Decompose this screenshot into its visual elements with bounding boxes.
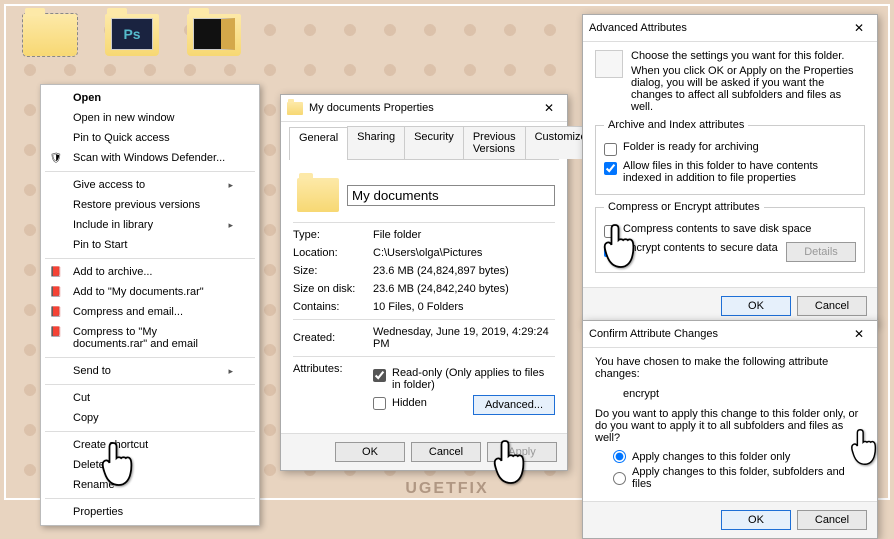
advanced-intro2: When you click OK or Apply on the Proper… (631, 65, 865, 113)
folder-ps[interactable]: Ps (100, 14, 164, 74)
created-label: Created: (293, 332, 373, 344)
apply-folder-only-radio[interactable] (613, 450, 626, 463)
watermark: UGETFIX (405, 480, 488, 498)
type-value: File folder (373, 229, 555, 241)
created-value: Wednesday, June 19, 2019, 4:29:24 PM (373, 326, 555, 350)
readonly-checkbox[interactable] (373, 369, 386, 382)
properties-tabs: General Sharing Security Previous Versio… (289, 126, 559, 160)
context-menu-item[interactable]: Send to (41, 361, 259, 381)
cancel-button[interactable]: Cancel (411, 442, 481, 462)
confirm-title: Confirm Attribute Changes (589, 328, 718, 340)
folder-large-icon (297, 178, 339, 212)
context-menu-item[interactable]: Pin to Quick access (41, 128, 259, 148)
confirm-line1: You have chosen to make the following at… (595, 356, 865, 380)
desktop-folders: Ps (18, 14, 246, 74)
sizeondisk-label: Size on disk: (293, 283, 373, 295)
context-menu-item[interactable]: 📕Compress and email... (41, 302, 259, 322)
apply-button[interactable]: Apply (487, 442, 557, 462)
tab-sharing[interactable]: Sharing (347, 126, 405, 159)
context-menu-item[interactable]: 📕Add to archive... (41, 262, 259, 282)
context-menu-item[interactable]: 🛡Scan with Windows Defender... (41, 148, 259, 168)
apply-recursive-label: Apply changes to this folder, subfolders… (632, 466, 865, 490)
context-menu-item[interactable]: Rename (41, 475, 259, 495)
folder-icon (287, 102, 303, 115)
advanced-title: Advanced Attributes (589, 22, 687, 34)
tab-security[interactable]: Security (404, 126, 464, 159)
readonly-label: Read-only (Only applies to files in fold… (392, 367, 555, 391)
contains-label: Contains: (293, 301, 373, 313)
context-menu-item[interactable]: Cut (41, 388, 259, 408)
context-menu-item[interactable]: Copy (41, 408, 259, 428)
folder-selected[interactable] (18, 14, 82, 74)
compress-checkbox[interactable] (604, 225, 617, 238)
compress-group-label: Compress or Encrypt attributes (604, 201, 764, 213)
close-button[interactable]: ✕ (537, 99, 561, 117)
context-menu-item[interactable]: Include in library (41, 215, 259, 235)
properties-window: My documents Properties ✕ General Sharin… (280, 94, 568, 471)
encrypt-label: Encrypt contents to secure data (623, 242, 778, 257)
confirm-line2: Do you want to apply this change to this… (595, 408, 865, 444)
ok-button[interactable]: OK (335, 442, 405, 462)
properties-title: My documents Properties (309, 102, 434, 114)
hidden-checkbox[interactable] (373, 397, 386, 410)
attributes-icon (595, 50, 623, 78)
compress-label: Compress contents to save disk space (623, 223, 811, 235)
location-label: Location: (293, 247, 373, 259)
context-menu: OpenOpen in new windowPin to Quick acces… (40, 84, 260, 526)
apply-folder-only-label: Apply changes to this folder only (632, 451, 790, 463)
folder-name-input[interactable] (347, 185, 555, 206)
advanced-intro1: Choose the settings you want for this fo… (631, 50, 865, 62)
context-menu-item[interactable]: 📕Add to "My documents.rar" (41, 282, 259, 302)
hidden-label: Hidden (392, 397, 427, 409)
context-menu-item[interactable]: Properties (41, 502, 259, 522)
index-checkbox[interactable] (604, 162, 617, 175)
context-menu-item[interactable]: Restore previous versions (41, 195, 259, 215)
location-value: C:\Users\olga\Pictures (373, 247, 555, 259)
close-button[interactable]: ✕ (847, 19, 871, 37)
ok-button[interactable]: OK (721, 296, 791, 316)
sizeondisk-value: 23.6 MB (24,842,240 bytes) (373, 283, 555, 295)
attributes-label: Attributes: (293, 363, 373, 375)
context-menu-item[interactable]: Delete (41, 455, 259, 475)
context-menu-item[interactable]: Create shortcut (41, 435, 259, 455)
ok-button[interactable]: OK (721, 510, 791, 530)
archive-label: Folder is ready for archiving (623, 141, 759, 153)
index-label: Allow files in this folder to have conte… (623, 160, 856, 184)
archive-checkbox[interactable] (604, 143, 617, 156)
type-label: Type: (293, 229, 373, 241)
encrypt-checkbox[interactable] (604, 244, 617, 257)
context-menu-item[interactable]: 📕Compress to "My documents.rar" and emai… (41, 322, 259, 354)
details-button[interactable]: Details (786, 242, 856, 262)
folder-dark[interactable] (182, 14, 246, 74)
tab-previous[interactable]: Previous Versions (463, 126, 526, 159)
cancel-button[interactable]: Cancel (797, 510, 867, 530)
archive-group-label: Archive and Index attributes (604, 119, 748, 131)
context-menu-item[interactable]: Open in new window (41, 108, 259, 128)
context-menu-item[interactable]: Give access to (41, 175, 259, 195)
advanced-attributes-window: Advanced Attributes ✕ Choose the setting… (582, 14, 878, 325)
apply-recursive-radio[interactable] (613, 472, 626, 485)
confirm-changes-window: Confirm Attribute Changes ✕ You have cho… (582, 320, 878, 539)
cancel-button[interactable]: Cancel (797, 296, 867, 316)
contains-value: 10 Files, 0 Folders (373, 301, 555, 313)
context-menu-item[interactable]: Pin to Start (41, 235, 259, 255)
tab-general[interactable]: General (289, 127, 348, 160)
size-label: Size: (293, 265, 373, 277)
close-button[interactable]: ✕ (847, 325, 871, 343)
context-menu-item[interactable]: Open (41, 88, 259, 108)
confirm-change: encrypt (623, 388, 865, 400)
size-value: 23.6 MB (24,824,897 bytes) (373, 265, 555, 277)
advanced-button[interactable]: Advanced... (473, 395, 555, 415)
